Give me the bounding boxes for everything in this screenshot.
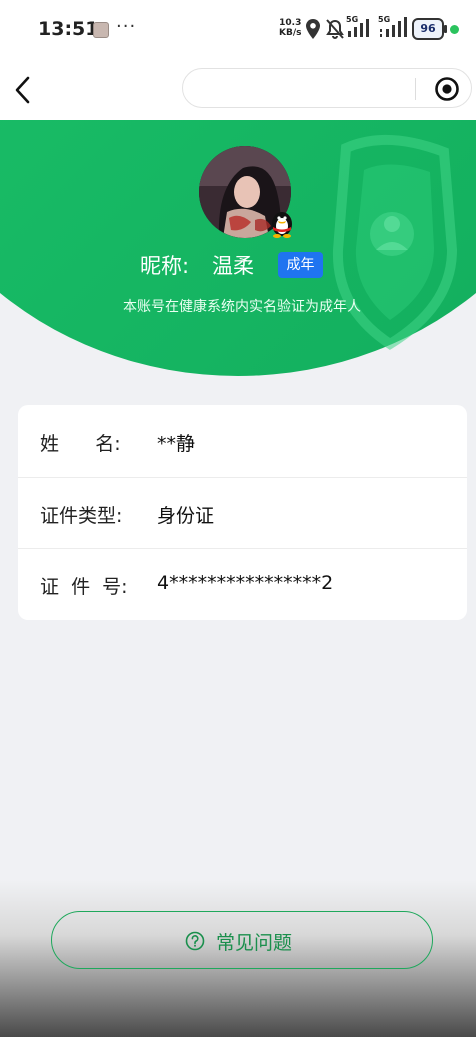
status-time: 13:51 bbox=[38, 18, 99, 40]
nav-bar bbox=[0, 60, 476, 120]
signal-5g-1: 5G bbox=[346, 15, 372, 43]
identity-info-card: 姓 名: **静 证件类型: 身份证 证 件 号: 4*************… bbox=[18, 405, 467, 620]
network-speed-unit: KB/s bbox=[279, 28, 302, 38]
nickname-row: 昵称: 温柔 成年 bbox=[0, 250, 476, 280]
qq-penguin-icon bbox=[272, 212, 292, 238]
verification-description: 本账号在健康系统内实名验证为成年人 bbox=[123, 299, 361, 315]
name-value: **静 bbox=[157, 433, 196, 455]
bell-off-icon bbox=[326, 19, 344, 39]
faq-button-label: 常见问题 bbox=[216, 932, 293, 954]
nickname-label: 昵称: bbox=[140, 254, 190, 278]
signal-5g-2: 5G bbox=[378, 15, 408, 43]
info-row-name: 姓 名: **静 bbox=[18, 405, 467, 476]
id-type-value: 身份证 bbox=[157, 505, 215, 527]
miniprogram-capsule bbox=[182, 68, 472, 108]
info-row-id-type: 证件类型: 身份证 bbox=[18, 477, 467, 548]
app-notification-icon bbox=[93, 22, 109, 38]
name-label: 姓 名: bbox=[40, 433, 121, 455]
id-number-label: 证 件 号: bbox=[40, 576, 128, 598]
camera-in-use-dot bbox=[450, 25, 459, 34]
profile-header: 昵称: 温柔 成年 本账号在健康系统内实名验证为成年人 bbox=[0, 120, 476, 380]
info-row-id-number: 证 件 号: 4****************2 bbox=[18, 548, 467, 619]
id-type-label: 证件类型: bbox=[40, 505, 123, 527]
signal-5g-1-label: 5G bbox=[346, 15, 359, 24]
battery-indicator: 96 bbox=[412, 18, 447, 40]
target-icon[interactable] bbox=[434, 76, 460, 102]
signal-5g-2-label: 5G bbox=[378, 15, 391, 24]
faq-button[interactable]: 常见问题 bbox=[51, 911, 433, 969]
network-speed: 10.3 KB/s bbox=[279, 18, 301, 38]
nickname-value: 温柔 bbox=[212, 254, 254, 278]
capsule-divider bbox=[415, 78, 416, 100]
network-speed-value: 10.3 bbox=[279, 18, 302, 28]
more-notifications: ··· bbox=[116, 16, 137, 37]
id-number-value: 4****************2 bbox=[157, 572, 334, 594]
location-pin-icon bbox=[306, 19, 320, 39]
question-circle-icon bbox=[185, 931, 205, 951]
adult-badge: 成年 bbox=[278, 252, 323, 278]
back-chevron-icon[interactable] bbox=[10, 72, 42, 108]
status-bar: 13:51 ··· 10.3 KB/s 5G 5G 96 bbox=[0, 0, 476, 60]
